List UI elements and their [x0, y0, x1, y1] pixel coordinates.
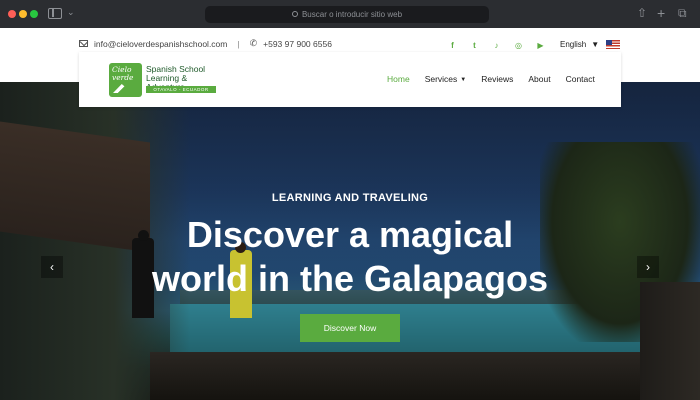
logo-badge-text: Cielo verde [112, 65, 134, 82]
address-bar[interactable]: Buscar o introducir sitio web [205, 6, 489, 23]
contact-separator: | [237, 38, 240, 49]
mountain-icon [113, 84, 138, 93]
nav-item-services[interactable]: Services ▼ [425, 74, 467, 84]
nav-item-services-label: Services [424, 74, 458, 84]
main-navbar: Cielo verde Spanish School Learning & Ad… [79, 52, 621, 107]
phone-link[interactable]: +593 97 900 6556 [263, 39, 332, 49]
browser-toolbar: ⌄ Buscar o introducir sitio web ⇧ + ⧉ [0, 0, 700, 28]
contact-info: info@cieloverdespanishschool.com | ✆ +59… [79, 38, 332, 49]
nav-item-reviews[interactable]: Reviews [481, 74, 513, 84]
logo-location: OTAVALO - ECUADOR [146, 86, 216, 93]
hero-headline-line-1: Discover a magical [186, 214, 514, 255]
share-icon[interactable]: ⇧ [637, 6, 647, 20]
us-flag-icon[interactable] [606, 40, 620, 49]
language-selector[interactable]: English ▼ [560, 40, 599, 49]
chevron-right-icon[interactable]: › [637, 256, 659, 278]
phone-icon: ✆ [249, 38, 258, 48]
hero-headline: Discover a magical world in the Galapago… [0, 213, 700, 301]
minimize-window-button[interactable] [19, 10, 27, 18]
caret-down-icon: ▼ [591, 40, 600, 49]
youtube-icon[interactable]: ▶ [535, 40, 546, 51]
close-window-button[interactable] [8, 10, 16, 18]
nav-item-home[interactable]: Home [387, 74, 410, 84]
instagram-icon[interactable]: ◎ [513, 40, 524, 51]
maximize-window-button[interactable] [30, 10, 38, 18]
social-links: f t ♪ ◎ ▶ [447, 40, 546, 51]
plus-icon[interactable]: + [657, 6, 665, 20]
caret-down-icon: ▼ [460, 77, 467, 83]
discover-now-button[interactable]: Discover Now [300, 314, 400, 342]
rocks-image [150, 352, 700, 400]
address-bar-placeholder: Buscar o introducir sitio web [301, 10, 403, 19]
nav-item-contact[interactable]: Contact [566, 74, 595, 84]
search-icon [291, 11, 298, 17]
site-logo[interactable]: Cielo verde Spanish School Learning & Ad… [109, 63, 224, 97]
chevron-left-icon[interactable]: ‹ [41, 256, 63, 278]
nav-item-about[interactable]: About [528, 74, 550, 84]
sidebar-toggle-icon[interactable] [48, 8, 62, 19]
facebook-icon[interactable]: f [447, 40, 458, 51]
hero-kicker: LEARNING AND TRAVELING [271, 192, 429, 204]
email-link[interactable]: info@cieloverdespanishschool.com [94, 39, 227, 49]
language-label: English [560, 40, 587, 49]
twitter-icon[interactable]: t [469, 40, 480, 51]
nav-menu: Home Services ▼ Reviews About Contact [387, 74, 610, 84]
tabs-overview-icon[interactable]: ⧉ [678, 6, 687, 20]
envelope-icon [79, 40, 88, 47]
logo-badge: Cielo verde [109, 63, 142, 97]
chevron-down-icon[interactable]: ⌄ [67, 7, 75, 18]
hero-headline-line-2: world in the Galapagos [151, 258, 549, 299]
tiktok-icon[interactable]: ♪ [491, 40, 502, 51]
